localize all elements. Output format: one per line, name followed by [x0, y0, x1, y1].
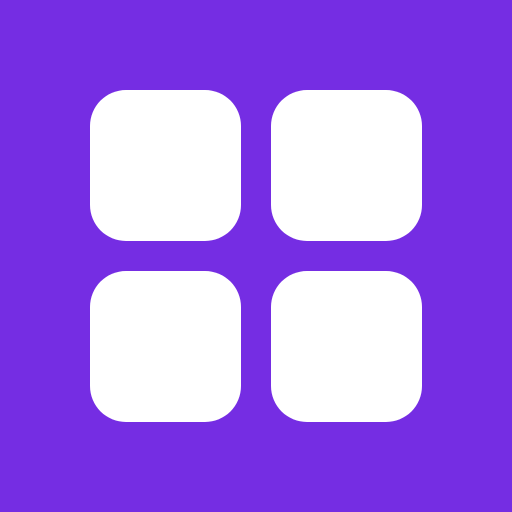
tile-top-left: [90, 90, 241, 241]
tile-top-right: [271, 90, 422, 241]
tile-bottom-left: [90, 271, 241, 422]
tile-bottom-right: [271, 271, 422, 422]
grid-app-icon[interactable]: [0, 0, 512, 512]
